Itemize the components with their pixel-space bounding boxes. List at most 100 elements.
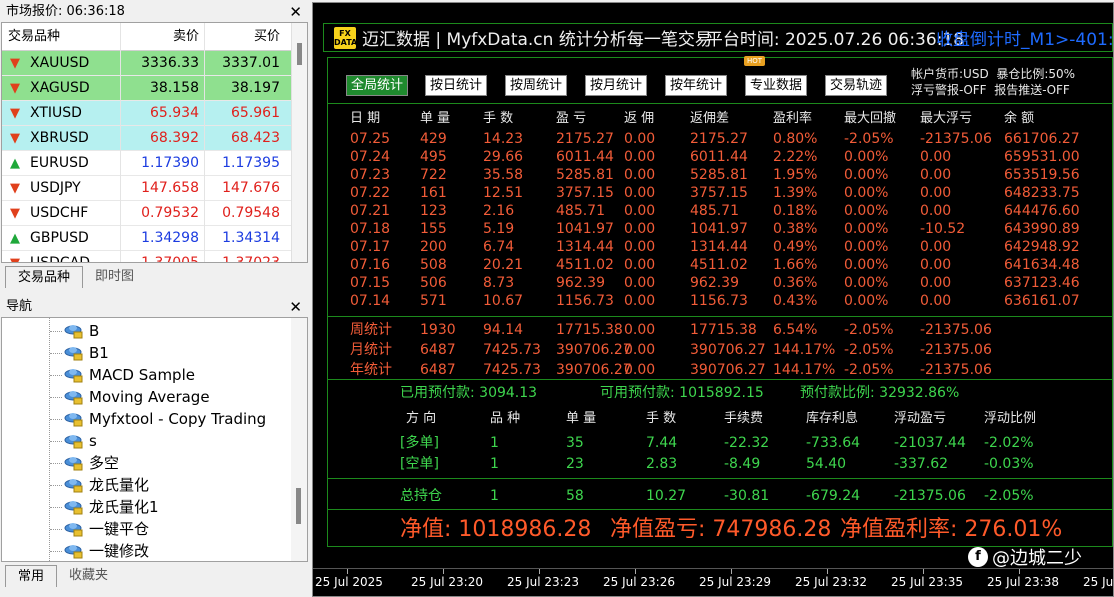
navigator-item[interactable]: Myfxtool - Copy Trading bbox=[2, 408, 292, 430]
time-axis: 25 Jul 2025 25 Jul 23:20 25 Jul 23:23 25 Ju… bbox=[313, 568, 1114, 596]
daily-cell: 506 bbox=[420, 275, 447, 291]
navigator-item[interactable]: B1 bbox=[2, 342, 292, 364]
daily-cell: 1041.97 bbox=[556, 221, 614, 237]
position-cell: 23 bbox=[566, 456, 584, 472]
tab-favorites[interactable]: 收藏夹 bbox=[57, 565, 121, 587]
btn-monthly-stats[interactable]: 按月统计 bbox=[585, 75, 648, 96]
daily-cell: 0.00 bbox=[624, 131, 656, 147]
summary-row[interactable]: 年统计 6487 7425.73 390706.27 0.00 390706.27 144.… bbox=[328, 360, 1112, 380]
navigator-item-label: B bbox=[89, 322, 100, 340]
daily-cell: 3757.15 bbox=[690, 185, 748, 201]
daily-cell: 1156.73 bbox=[690, 293, 748, 309]
time-tick-label: 25 Jul 23:4 bbox=[1083, 575, 1114, 589]
daily-row[interactable]: 07.15 506 8.73 962.39 0.00 962.39 0.36% 0.00% 0.… bbox=[328, 274, 1112, 292]
navigator-item[interactable]: 一键修改 bbox=[2, 540, 292, 561]
symbol-name: XTIUSD bbox=[30, 104, 82, 121]
navigator-item[interactable]: B bbox=[2, 320, 292, 342]
navigator-item[interactable]: s bbox=[2, 430, 292, 452]
summary-cell: 6487 bbox=[420, 342, 456, 358]
market-watch-scrollbar[interactable] bbox=[291, 23, 307, 262]
summary-cell: -2.05% bbox=[844, 342, 894, 358]
bid-price: 68.392 bbox=[120, 125, 204, 151]
navigator-item-label: 一键平仓 bbox=[89, 520, 150, 538]
col-ask-header[interactable]: 买价 bbox=[204, 23, 285, 51]
total-cell: -679.24 bbox=[806, 488, 861, 504]
chart-window[interactable]: FX DATA 迈汇数据 | MyfxData.cn 统计分析每一笔交易 平台时间… bbox=[312, 2, 1114, 597]
symbol-row[interactable]: ▼ XTIUSD 65.934 65.961 bbox=[2, 100, 307, 126]
daily-row[interactable]: 07.18 155 5.19 1041.97 0.00 1041.97 0.38% 0.00%… bbox=[328, 220, 1112, 238]
tab-tick-chart[interactable]: 即时图 bbox=[83, 266, 147, 288]
navigator-item[interactable]: 多空 bbox=[2, 452, 292, 474]
daily-header-cell: 最大回撤 bbox=[844, 110, 897, 126]
daily-cell: 0.00 bbox=[920, 185, 952, 201]
daily-row[interactable]: 07.14 571 10.67 1156.73 0.00 1156.73 0.43% 0.00… bbox=[328, 292, 1112, 310]
daily-header-cell: 返佣差 bbox=[690, 110, 730, 126]
daily-row[interactable]: 07.25 429 14.23 2175.27 0.00 2175.27 0.80% -2.0… bbox=[328, 130, 1112, 148]
scrollbar-thumb[interactable] bbox=[297, 43, 302, 65]
navigator-item[interactable]: MACD Sample bbox=[2, 364, 292, 386]
btn-daily-stats[interactable]: 按日统计 bbox=[425, 75, 488, 96]
symbol-row[interactable]: ▼ USDJPY 147.658 147.676 bbox=[2, 175, 307, 201]
daily-cell: 07.16 bbox=[350, 257, 391, 273]
symbol-row[interactable]: ▼ XBRUSD 68.392 68.423 bbox=[2, 125, 307, 151]
used-margin: 已用预付款: 3094.13 bbox=[400, 385, 538, 401]
navigator-item[interactable]: 龙氏量化1 bbox=[2, 496, 292, 518]
daily-row[interactable]: 07.17 200 6.74 1314.44 0.00 1314.44 0.49% 0.00%… bbox=[328, 238, 1112, 256]
navigator-item[interactable]: 一键平仓 bbox=[2, 518, 292, 540]
tab-symbols[interactable]: 交易品种 bbox=[5, 266, 84, 288]
daily-cell: -2.05% bbox=[844, 131, 894, 147]
symbol-row[interactable]: ▲ EURUSD 1.17390 1.17395 bbox=[2, 150, 307, 176]
btn-trade-track[interactable]: 交易轨迹 bbox=[825, 75, 888, 96]
symbol-name: XAUUSD bbox=[30, 54, 90, 71]
expert-advisor-icon bbox=[64, 543, 84, 559]
position-row[interactable]: [空单] 1 23 2.83 -8.49 54.40 -337.62 -0.03% bbox=[328, 454, 1112, 475]
btn-weekly-stats[interactable]: 按周统计 bbox=[505, 75, 568, 96]
margin-level: 预付款比例: 32932.86% bbox=[800, 385, 960, 401]
daily-row[interactable]: 07.22 161 12.51 3757.15 0.00 3757.15 1.39% 0.00… bbox=[328, 184, 1112, 202]
tree-branch bbox=[50, 529, 62, 530]
daily-cell: -10.52 bbox=[920, 221, 966, 237]
position-row[interactable]: [多单] 1 35 7.44 -22.32 -733.64 -21037.44 -2.02% bbox=[328, 433, 1112, 454]
navigator-item[interactable]: Moving Average bbox=[2, 386, 292, 408]
bid-price: 0.79532 bbox=[120, 200, 204, 226]
tab-common[interactable]: 常用 bbox=[5, 565, 58, 587]
symbol-row[interactable]: ▼ USDCAD 1.37005 1.37023 bbox=[2, 250, 307, 262]
summary-cell: 7425.73 bbox=[483, 362, 541, 378]
col-symbol-header[interactable]: 交易品种 bbox=[2, 23, 120, 51]
symbol-row[interactable]: ▼ USDCHF 0.79532 0.79548 bbox=[2, 200, 307, 226]
daily-cell: 1.95% bbox=[773, 167, 818, 183]
navigator-titlebar: 导航 ✕ bbox=[1, 296, 308, 318]
daily-cell: 07.23 bbox=[350, 167, 391, 183]
symbol-row[interactable]: ▼ XAUUSD 3336.33 3337.01 bbox=[2, 50, 307, 76]
scrollbar-thumb[interactable] bbox=[296, 488, 301, 524]
summary-table: 周统计 1930 94.14 17715.38 0.00 17715.38 6.54% -2.… bbox=[328, 316, 1112, 380]
close-icon[interactable]: ✕ bbox=[289, 296, 302, 318]
header-bar: FX DATA 迈汇数据 | MyfxData.cn 统计分析每一笔交易 平台时间… bbox=[323, 23, 1113, 52]
navigator-scrollbar[interactable] bbox=[291, 318, 307, 561]
symbol-row[interactable]: ▲ GBPUSD 1.34298 1.34314 bbox=[2, 225, 307, 251]
summary-row[interactable]: 月统计 6487 7425.73 390706.27 0.00 390706.27 144.… bbox=[328, 340, 1112, 360]
daily-cell: 644476.60 bbox=[1004, 203, 1080, 219]
market-watch-header: 交易品种 卖价 买价 bbox=[2, 23, 307, 51]
btn-yearly-stats[interactable]: 按年统计 bbox=[665, 75, 728, 96]
daily-cell: 0.43% bbox=[773, 293, 818, 309]
summary-cell: 0.00 bbox=[624, 322, 656, 338]
account-currency: 帐户货币:USD bbox=[911, 67, 989, 81]
total-cell: 58 bbox=[566, 488, 584, 504]
col-bid-header[interactable]: 卖价 bbox=[120, 23, 204, 51]
daily-row[interactable]: 07.16 508 20.21 4511.02 0.00 4511.02 1.66% 0.00… bbox=[328, 256, 1112, 274]
btn-global-stats[interactable]: 全局统计 bbox=[346, 75, 409, 96]
symbol-row[interactable]: ▼ XAGUSD 38.158 38.197 bbox=[2, 75, 307, 101]
daily-row[interactable]: 07.21 123 2.16 485.71 0.00 485.71 0.18% 0.00% 0.… bbox=[328, 202, 1112, 220]
summary-row[interactable]: 周统计 1930 94.14 17715.38 0.00 17715.38 6.54% -2.… bbox=[328, 320, 1112, 340]
daily-cell: 636161.07 bbox=[1004, 293, 1080, 309]
daily-row[interactable]: 07.23 722 35.58 5285.81 0.00 5285.81 1.95% 0.00… bbox=[328, 166, 1112, 184]
navigator-item[interactable]: 龙氏量化 bbox=[2, 474, 292, 496]
close-icon[interactable]: ✕ bbox=[289, 1, 302, 23]
daily-cell: 0.80% bbox=[773, 131, 818, 147]
btn-pro-data[interactable]: 专业数据 bbox=[745, 75, 808, 96]
position-cell: -733.64 bbox=[806, 435, 861, 451]
navigator-item-label: 多空 bbox=[89, 454, 120, 472]
summary-cell: 390706.27 bbox=[690, 362, 766, 378]
daily-row[interactable]: 07.24 495 29.66 6011.44 0.00 6011.44 2.22% 0.00… bbox=[328, 148, 1112, 166]
